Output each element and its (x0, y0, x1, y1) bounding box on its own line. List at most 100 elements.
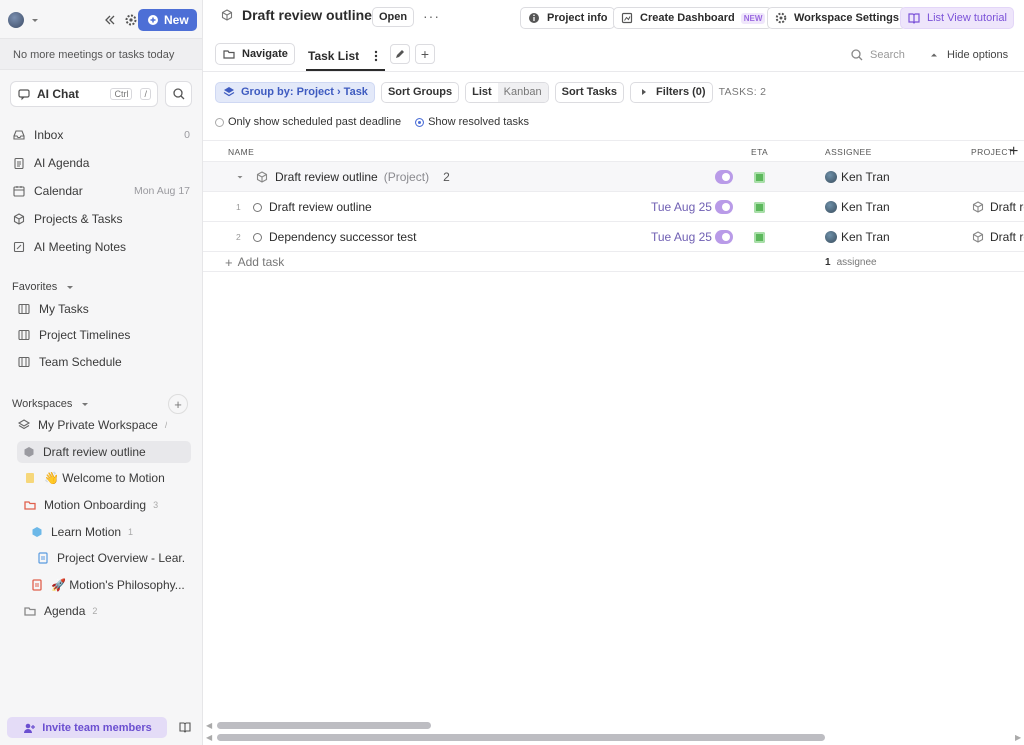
column-header-name[interactable]: NAME (228, 147, 254, 157)
edit-view-button[interactable] (390, 44, 410, 64)
view-mode-toggle: List Kanban (465, 81, 549, 103)
workspace-item[interactable]: 👋 Welcome to Motion (23, 467, 165, 489)
kebab-menu-icon[interactable] (369, 49, 383, 63)
workspace-item-active[interactable]: Draft review outline (17, 441, 191, 463)
calendar-icon (12, 184, 26, 198)
only-scheduled-checkbox[interactable]: Only show scheduled past deadline (215, 116, 401, 128)
workspace-item[interactable]: 🚀 Motion's Philosophy... (30, 574, 186, 596)
collapse-sidebar-icon[interactable] (102, 13, 116, 27)
sidebar-item-ai-meeting-notes[interactable]: AI Meeting Notes (12, 236, 190, 258)
hide-options-button[interactable]: Hide options (927, 48, 1008, 62)
assignee-cell[interactable]: Ken Tran (825, 162, 890, 192)
sidebar-item-label: Projects & Tasks (34, 212, 123, 226)
workspace-item-count: 2 (92, 606, 98, 616)
workspace-item[interactable]: My Private Workspace / (17, 414, 167, 436)
book-icon[interactable] (178, 720, 192, 734)
filters-button[interactable]: Filters (0) (630, 81, 713, 103)
add-view-button[interactable]: + (415, 44, 435, 64)
task-name-cell[interactable]: Draft review outline (253, 192, 372, 222)
due-date[interactable]: Tue Aug 25 (651, 222, 712, 252)
cube-icon (12, 212, 26, 226)
horizontal-scrollbar[interactable] (217, 734, 825, 741)
project-cell[interactable]: Draft re (971, 192, 1024, 222)
workspace-item-count: 1 (128, 527, 134, 537)
gear-icon[interactable] (124, 13, 138, 27)
task-count: TASKS: 2 (718, 86, 767, 98)
kanban-view-option[interactable]: Kanban (497, 82, 548, 102)
assignee-cell[interactable]: Ken Tran (825, 192, 890, 222)
sidebar-item-calendar[interactable]: Calendar Mon Aug 17 (12, 180, 190, 202)
workspace-item[interactable]: Project Overview - Lear... (36, 547, 186, 569)
table-row[interactable]: 1 Draft review outline Tue Aug 25 Ken Tr… (203, 192, 1024, 222)
list-view-tutorial-button[interactable]: List View tutorial (900, 7, 1014, 29)
ai-chat-button[interactable]: AI Chat Ctrl / (10, 81, 158, 107)
sidebar-item-projects-tasks[interactable]: Projects & Tasks (12, 208, 190, 230)
column-header-assignee[interactable]: ASSIGNEE (825, 147, 872, 157)
table-row[interactable]: 2 Dependency successor test Tue Aug 25 K… (203, 222, 1024, 252)
priority-toggle[interactable] (715, 192, 733, 222)
favorite-item[interactable]: Project Timelines (17, 324, 190, 346)
add-column-button[interactable]: + (1009, 143, 1019, 161)
scroll-right-icon[interactable]: ▶ (1015, 733, 1021, 742)
view-tab-bar: Navigate Task List + Search Hide options (203, 38, 1024, 72)
workspace-item[interactable]: Motion Onboarding 3 (23, 494, 158, 516)
navigate-label: Navigate (242, 48, 288, 60)
task-name-cell[interactable]: Dependency successor test (253, 222, 416, 252)
search-button[interactable]: Search (850, 48, 905, 62)
search-icon (172, 87, 186, 101)
scroll-left-icon[interactable]: ◀ (206, 733, 212, 742)
favorite-item[interactable]: Team Schedule (17, 351, 190, 373)
sidebar-search-button[interactable] (165, 81, 192, 107)
new-button[interactable]: New (138, 9, 197, 31)
priority-toggle[interactable] (715, 162, 733, 192)
project-name: Draft re (990, 230, 1024, 244)
show-resolved-checkbox[interactable]: Show resolved tasks (415, 116, 529, 128)
assignee-cell[interactable]: Ken Tran (825, 222, 890, 252)
group-name: Draft review outline (Project) 2 (255, 162, 450, 192)
open-button[interactable]: Open (372, 7, 415, 27)
sidebar-item-inbox[interactable]: Inbox 0 (12, 124, 190, 146)
group-row[interactable]: Draft review outline (Project) 2 Ken Tra… (203, 162, 1024, 192)
account-switcher[interactable] (8, 12, 42, 28)
list-view-icon (17, 328, 31, 342)
main-panel: Draft review outline Open ··· Project in… (203, 0, 1024, 745)
column-header-project[interactable]: PROJECT (971, 147, 1013, 157)
project-cell[interactable]: Draft re (971, 222, 1024, 252)
favorites-header[interactable]: Favorites (12, 280, 77, 294)
invite-team-button[interactable]: Invite team members (7, 717, 167, 738)
task-name: Dependency successor test (269, 230, 417, 244)
collapse-group-icon[interactable] (233, 162, 247, 192)
task-status-icon[interactable] (253, 232, 262, 242)
sort-tasks-button[interactable]: Sort Tasks (554, 81, 625, 103)
cube-icon (971, 230, 985, 244)
workspaces-header[interactable]: Workspaces (12, 397, 92, 411)
add-task-label: Add task (237, 255, 285, 269)
more-options-icon[interactable]: ··· (423, 8, 440, 24)
workspace-item[interactable]: Learn Motion 1 (30, 521, 133, 543)
add-workspace-button[interactable]: + (168, 394, 188, 414)
due-date[interactable]: Tue Aug 25 (651, 192, 712, 222)
project-info-label: Project info (547, 12, 608, 24)
add-task-button[interactable]: + Add task (225, 252, 284, 272)
workspace-item-label: Motion Onboarding (44, 498, 147, 512)
create-dashboard-button[interactable]: Create Dashboard NEW (613, 7, 773, 29)
workspace-settings-button[interactable]: Workspace Settings (767, 7, 906, 29)
sidebar-item-ai-agenda[interactable]: AI Agenda (12, 152, 190, 174)
tab-task-list[interactable]: Task List (306, 43, 386, 71)
project-info-button[interactable]: Project info (520, 7, 615, 29)
scroll-left-icon[interactable]: ◀ (206, 721, 212, 730)
sort-groups-button[interactable]: Sort Groups (380, 81, 460, 103)
app-window: New No more meetings or tasks today AI C… (0, 0, 1024, 745)
checkbox-unchecked (215, 117, 224, 127)
favorite-item[interactable]: My Tasks (17, 298, 190, 320)
column-header-eta[interactable]: ETA (751, 147, 768, 157)
navigate-button[interactable]: Navigate (215, 43, 295, 65)
list-view-option[interactable]: List (466, 82, 498, 102)
priority-toggle[interactable] (715, 222, 733, 252)
list-options: Only show scheduled past deadline Show r… (215, 116, 529, 128)
task-status-icon[interactable] (253, 202, 262, 212)
sidebar-item-label: Inbox (34, 128, 64, 142)
group-by-button[interactable]: Group by: Project › Task (215, 81, 375, 103)
horizontal-scrollbar[interactable] (217, 722, 431, 729)
workspace-item[interactable]: Agenda 2 (23, 600, 97, 622)
